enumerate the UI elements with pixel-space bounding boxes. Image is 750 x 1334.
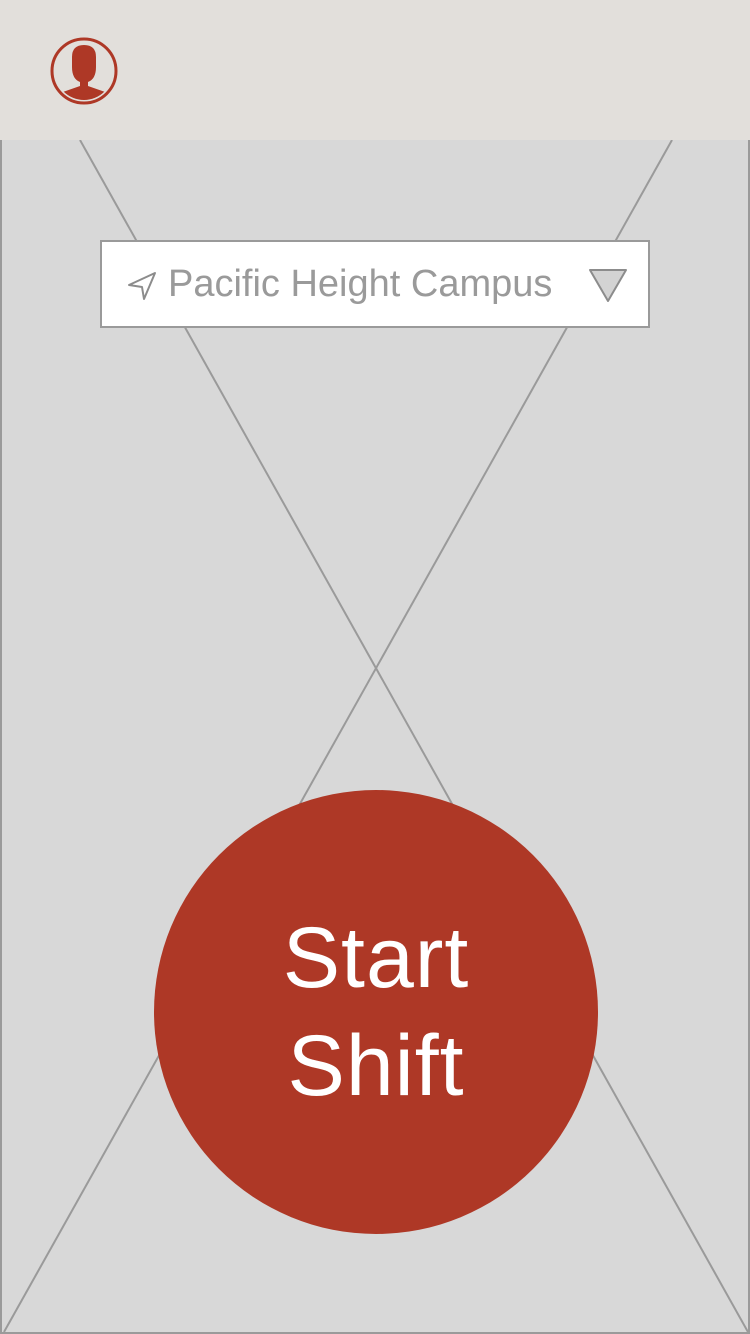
triangle-down-icon[interactable] <box>588 268 628 304</box>
start-shift-button[interactable]: Start Shift <box>154 790 598 1234</box>
location-dropdown[interactable]: Pacific Height Campus <box>100 240 650 328</box>
start-shift-label-line2: Shift <box>287 1018 465 1114</box>
location-label: Pacific Height Campus <box>168 263 553 305</box>
start-shift-screen: Pacific Height Campus Start Shift <box>0 0 750 1334</box>
navigation-arrow-icon <box>128 272 156 300</box>
user-avatar-icon[interactable] <box>50 37 118 105</box>
header-bar <box>0 0 750 140</box>
start-shift-label-line1: Start <box>282 910 470 1006</box>
